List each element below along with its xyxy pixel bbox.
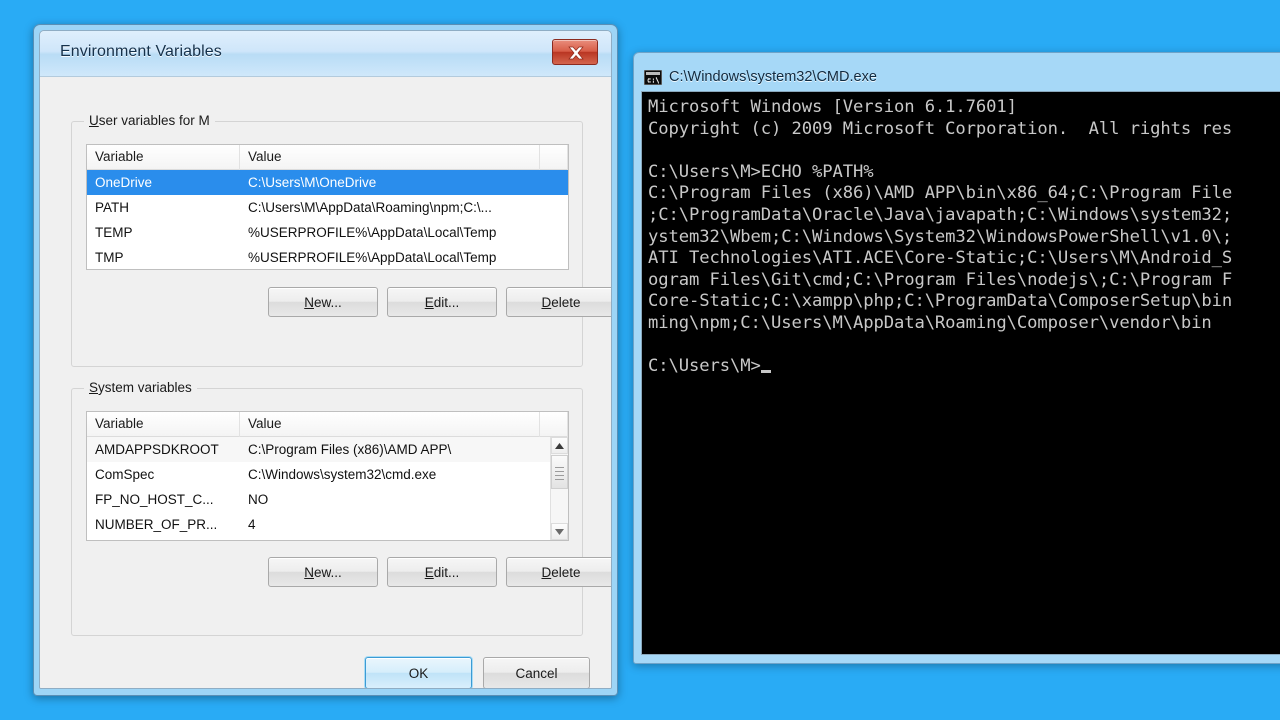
user-col-variable[interactable]: Variable [87,145,240,170]
dialog-title: Environment Variables [60,43,222,60]
btn-mnemonic: D [541,294,552,310]
system-row-variable: NUMBER_OF_PR... [95,517,218,532]
close-icon [568,46,584,60]
user-row-value: C:\Users\M\AppData\Roaming\npm;C:\... [248,200,492,215]
dialog-title-bar[interactable]: Environment Variables [40,31,611,77]
btn-mnemonic: E [424,564,434,580]
user-edit-button[interactable]: Edit... [387,287,497,317]
btn-label: dit... [433,564,460,580]
system-delete-button[interactable]: Delete [506,557,611,587]
system-variables-legend: System variables [84,380,197,395]
scroll-down-arrow-icon [555,528,564,535]
system-row-value: C:\Program Files (x86)\AMD APP\ [248,442,452,457]
system-variables-list[interactable]: Variable Value AMDAPPSDKROOT C:\Program … [86,411,569,541]
table-row[interactable]: TEMP %USERPROFILE%\AppData\Local\Temp [87,220,568,245]
scrollbar-thumb[interactable] [551,455,568,489]
user-row-variable: OneDrive [95,175,153,190]
system-legend-text: ystem variables [98,380,192,395]
scroll-up-arrow-icon [555,442,564,449]
user-col-extra[interactable] [540,145,568,170]
system-row-value: NO [248,492,269,507]
environment-variables-dialog: Environment Variables User variables for… [33,24,618,696]
table-row[interactable]: AMDAPPSDKROOT C:\Program Files (x86)\AMD… [87,437,568,462]
table-row[interactable]: NUMBER_OF_PR... 4 [87,512,568,537]
ok-button[interactable]: OK [365,657,472,688]
dialog-body: User variables for M Variable Value OneD… [40,77,611,688]
user-legend-text: ser variables for M [98,113,210,128]
cmd-title-text: C:\Windows\system32\CMD.exe [669,69,877,85]
user-variables-group: User variables for M Variable Value OneD… [71,113,611,367]
scroll-up-button[interactable] [551,437,568,454]
table-row[interactable]: PATH C:\Users\M\AppData\Roaming\npm;C:\.… [87,195,568,220]
btn-label: ew... [313,564,342,580]
system-col-extra[interactable] [540,412,568,437]
system-variables-group: System variables Variable Value AMDAPPSD… [71,380,611,636]
scroll-down-button[interactable] [551,523,568,540]
cmd-title-bar[interactable]: c:\ C:\Windows\system32\CMD.exe [644,65,877,89]
user-row-value: %USERPROFILE%\AppData\Local\Temp [248,225,497,240]
table-row[interactable]: OneDrive C:\Users\M\OneDrive [87,170,568,195]
system-new-button[interactable]: New... [268,557,378,587]
btn-mnemonic: N [304,564,314,580]
table-row[interactable]: ComSpec C:\Windows\system32\cmd.exe [87,462,568,487]
user-legend-mnemonic: U [89,113,99,128]
user-list-header: Variable Value [87,145,568,170]
desktop: Environment Variables User variables for… [0,0,1280,720]
system-row-variable: ComSpec [95,467,155,482]
table-row[interactable]: TMP %USERPROFILE%\AppData\Local\Temp [87,245,568,269]
user-row-value: %USERPROFILE%\AppData\Local\Temp [248,250,497,265]
system-col-variable[interactable]: Variable [87,412,240,437]
cursor-caret [760,370,771,374]
system-list-scrollbar[interactable] [550,437,568,540]
ok-label: OK [408,665,429,681]
user-row-variable: PATH [95,200,130,215]
system-col-value[interactable]: Value [240,412,540,437]
btn-label: ew... [313,294,342,310]
btn-mnemonic: E [424,294,434,310]
user-row-value: C:\Users\M\OneDrive [248,175,377,190]
cmd-console-screen[interactable]: Microsoft Windows [Version 6.1.7601] Cop… [641,91,1280,655]
cancel-button[interactable]: Cancel [483,657,590,688]
cmd-icon-glyph: c:\ [647,75,660,84]
table-row[interactable]: FP_NO_HOST_C... NO [87,487,568,512]
cancel-label: Cancel [515,665,558,681]
system-row-variable: AMDAPPSDKROOT [95,442,219,457]
btn-label: elete [551,564,581,580]
user-variables-list[interactable]: Variable Value OneDrive C:\Users\M\OneDr… [86,144,569,270]
system-list-header: Variable Value [87,412,568,437]
table-row[interactable]: OS Windows_NT [87,537,568,540]
system-edit-button[interactable]: Edit... [387,557,497,587]
cmd-window: c:\ C:\Windows\system32\CMD.exe Microsof… [633,52,1280,664]
user-delete-button[interactable]: Delete [506,287,611,317]
user-variables-legend: User variables for M [84,113,215,128]
user-new-button[interactable]: New... [268,287,378,317]
btn-label: elete [551,294,581,310]
close-button[interactable] [552,39,598,65]
user-col-value[interactable]: Value [240,145,540,170]
user-row-variable: TMP [95,250,124,265]
btn-label: dit... [433,294,460,310]
dialog-inner-frame: Environment Variables User variables for… [39,30,612,689]
btn-mnemonic: D [541,564,552,580]
system-row-value: C:\Windows\system32\cmd.exe [248,467,437,482]
system-row-value: 4 [248,517,256,532]
cmd-output-text: Microsoft Windows [Version 6.1.7601] Cop… [648,97,1233,377]
user-row-variable: TEMP [95,225,133,240]
system-legend-mnemonic: S [89,380,99,395]
btn-mnemonic: N [304,294,314,310]
cmd-console-icon: c:\ [644,69,662,85]
system-row-variable: FP_NO_HOST_C... [95,492,214,507]
